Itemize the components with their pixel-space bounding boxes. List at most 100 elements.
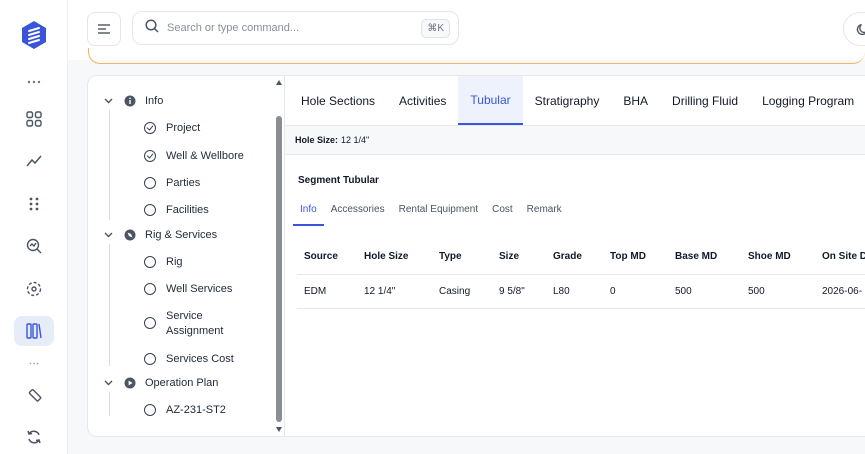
- search-analysis-icon[interactable]: [14, 231, 54, 261]
- circle-icon: [144, 177, 156, 189]
- chevron-down-icon[interactable]: [104, 378, 116, 388]
- tree-group-operation-plan[interactable]: Operation Plan: [104, 374, 218, 392]
- tree-item-label: Services Cost: [166, 353, 234, 365]
- search-shortcut-badge: ⌘K: [421, 19, 450, 38]
- target-focus-icon[interactable]: [14, 274, 54, 304]
- tab-tubular[interactable]: Tubular: [458, 76, 523, 125]
- scroll-down-arrow-icon[interactable]: [276, 427, 282, 432]
- segment-title: Segment Tubular: [298, 175, 379, 186]
- theme-toggle-button[interactable]: [843, 12, 865, 46]
- scroll-up-arrow-icon[interactable]: [276, 80, 282, 85]
- tree-item-az-231-st2[interactable]: AZ-231-ST2: [144, 403, 226, 418]
- tree-item-label: Well Services: [166, 283, 233, 295]
- subtab-rental-equipment[interactable]: Rental Equipment: [392, 202, 486, 226]
- tree-item-parties[interactable]: Parties: [144, 176, 200, 191]
- circle-icon: [144, 353, 156, 365]
- tree-item-service-assignment[interactable]: Service Assignment: [144, 309, 228, 339]
- column-header-hole-size[interactable]: Hole Size: [357, 240, 432, 275]
- check-circle-icon: [144, 122, 156, 134]
- subtab-cost[interactable]: Cost: [485, 202, 520, 226]
- subtab-info[interactable]: Info: [293, 202, 324, 226]
- tree-group-rig-services[interactable]: Rig & Services: [104, 226, 217, 244]
- navigation-tree: Info Project Well & Wellbore Parties Fac…: [88, 76, 284, 436]
- tree-item-label: Service Assignment: [166, 310, 224, 337]
- cell-shoe-md: 500: [741, 274, 815, 309]
- column-header-base-md[interactable]: Base MD: [668, 240, 741, 275]
- tree-item-rig[interactable]: Rig: [144, 255, 183, 270]
- drag-grid-icon[interactable]: [14, 189, 54, 219]
- tree-item-label: AZ-231-ST2: [166, 404, 226, 416]
- chevron-down-icon[interactable]: [104, 230, 116, 240]
- tab-bha[interactable]: BHA: [611, 76, 660, 125]
- cell-type: Casing: [432, 274, 492, 309]
- tab-logging-program[interactable]: Logging Program: [750, 76, 865, 125]
- tree-item-label: Facilities: [166, 204, 209, 216]
- tree-connector: [109, 244, 110, 366]
- tree-group-label: Info: [145, 95, 164, 107]
- well-plan-card: Info Project Well & Wellbore Parties Fac…: [87, 75, 865, 437]
- ruler-icon[interactable]: [14, 380, 54, 410]
- hole-size-label: Hole Size:: [295, 135, 339, 145]
- tree-item-facilities[interactable]: Facilities: [144, 203, 209, 218]
- search-icon: [145, 18, 159, 38]
- tree-item-well-services[interactable]: Well Services: [144, 282, 232, 297]
- column-header-shoe-md[interactable]: Shoe MD: [741, 240, 815, 275]
- tree-item-services-cost[interactable]: Services Cost: [144, 352, 234, 367]
- circle-icon: [144, 317, 156, 329]
- search-input[interactable]: [167, 22, 407, 34]
- search-box[interactable]: ⌘K: [132, 11, 459, 45]
- tab-stratigraphy[interactable]: Stratigraphy: [523, 76, 612, 125]
- tab-drilling-fluid[interactable]: Drilling Fluid: [660, 76, 750, 125]
- table-row[interactable]: EDM 12 1/4" Casing 9 5/8" L80 0 500 500 …: [297, 274, 865, 309]
- left-rail: [0, 0, 68, 454]
- app-logo-icon[interactable]: [20, 20, 48, 50]
- circle-icon: [144, 283, 156, 295]
- cell-on-site-date: 2026-06-: [815, 274, 865, 309]
- play-circle-icon: [124, 377, 136, 389]
- warning-banner-edge: [88, 48, 865, 64]
- tree-item-label: Project: [166, 122, 201, 134]
- tree-connector: [109, 392, 110, 416]
- more-dots-small-icon[interactable]: [14, 348, 54, 378]
- tree-item-well-wellbore[interactable]: Well & Wellbore: [144, 149, 244, 164]
- tubular-content: Hole Sections Activities Tubular Stratig…: [284, 76, 865, 436]
- check-circle-icon: [144, 150, 156, 162]
- cell-top-md: 0: [603, 274, 668, 309]
- segment-subtabs: Info Accessories Rental Equipment Cost R…: [293, 202, 865, 226]
- column-header-type[interactable]: Type: [432, 240, 492, 275]
- dashboard-grid-icon[interactable]: [14, 104, 54, 134]
- tree-item-label: Parties: [166, 177, 201, 189]
- moon-icon: [856, 23, 865, 36]
- circle-icon: [144, 256, 156, 268]
- column-header-top-md[interactable]: Top MD: [603, 240, 668, 275]
- menu-toggle-button[interactable]: [87, 12, 121, 46]
- subtab-remark[interactable]: Remark: [520, 202, 569, 226]
- cell-base-md: 500: [668, 274, 741, 309]
- cell-hole-size: 12 1/4": [357, 274, 432, 309]
- circle-icon: [144, 404, 156, 416]
- scrollbar-thumb[interactable]: [276, 116, 282, 422]
- tree-connector: [109, 110, 110, 220]
- column-header-source[interactable]: Source: [297, 240, 357, 275]
- tab-hole-sections[interactable]: Hole Sections: [289, 76, 387, 125]
- column-header-size[interactable]: Size: [492, 240, 546, 275]
- tree-item-label: Rig: [166, 256, 183, 268]
- more-dots-icon[interactable]: [14, 67, 54, 97]
- analytics-trend-icon[interactable]: [14, 146, 54, 176]
- tree-item-project[interactable]: Project: [144, 121, 200, 136]
- tree-group-label: Rig & Services: [145, 229, 218, 241]
- chevron-down-icon[interactable]: [104, 96, 116, 106]
- tab-activities[interactable]: Activities: [387, 76, 458, 125]
- column-header-on-site-date[interactable]: On Site D: [815, 240, 865, 275]
- tree-item-label: Well & Wellbore: [166, 150, 244, 162]
- section-tabs: Hole Sections Activities Tubular Stratig…: [285, 76, 865, 126]
- subtab-accessories[interactable]: Accessories: [324, 202, 392, 226]
- sync-icon[interactable]: [14, 422, 54, 452]
- cell-grade: L80: [546, 274, 603, 309]
- column-header-grade[interactable]: Grade: [546, 240, 603, 275]
- hole-size-bar: Hole Size: 12 1/4": [285, 126, 865, 155]
- compass-icon: [124, 229, 136, 241]
- circle-icon: [144, 204, 156, 216]
- tree-group-info[interactable]: Info: [104, 92, 163, 110]
- well-plan-icon[interactable]: [14, 316, 54, 346]
